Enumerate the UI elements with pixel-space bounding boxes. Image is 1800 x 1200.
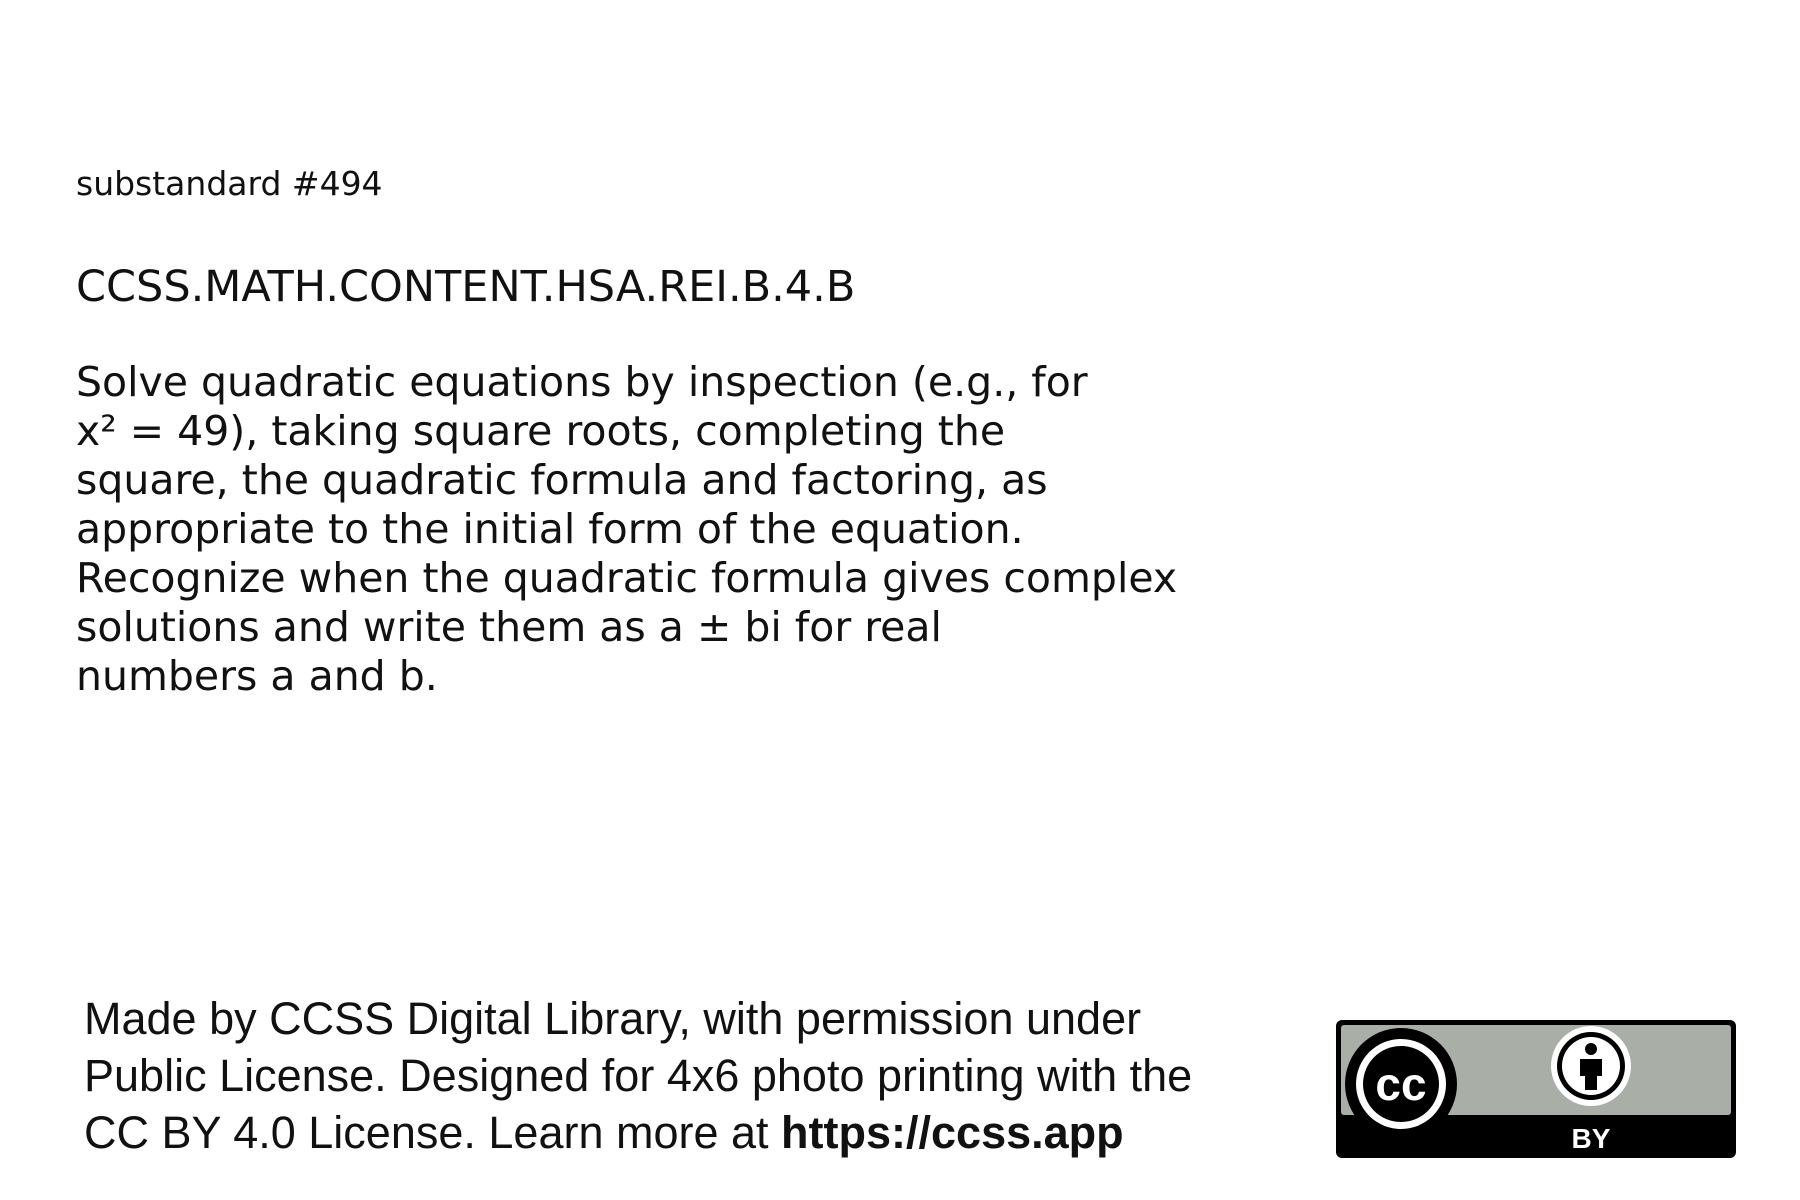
description-line: numbers a and b. — [76, 652, 438, 700]
description-line: Solve quadratic equations by inspection … — [76, 358, 1088, 406]
description-line: solutions and write them as a ± bi for r… — [76, 603, 942, 651]
attribution-prefix: CC BY 4.0 License. Learn more at — [84, 1107, 782, 1158]
substandard-label: substandard #494 — [76, 164, 383, 203]
standard-code: CCSS.MATH.CONTENT.HSA.REI.B.4.B — [76, 262, 856, 312]
description-line: appropriate to the initial form of the e… — [76, 505, 1024, 553]
description-line: Recognize when the quadratic formula giv… — [76, 554, 1178, 602]
attribution-text: Made by CCSS Digital Library, with permi… — [84, 990, 1192, 1161]
by-label: BY — [1572, 1123, 1611, 1154]
person-head-icon — [1585, 1043, 1597, 1055]
description-line: x² = 49), taking square roots, completin… — [76, 407, 1006, 455]
cc-by-icon: cc BY — [1336, 1020, 1736, 1158]
cc-label: cc — [1375, 1058, 1426, 1110]
description-line: square, the quadratic formula and factor… — [76, 456, 1048, 504]
ccss-app-link[interactable]: https://ccss.app — [781, 1107, 1124, 1158]
attribution-line: CC BY 4.0 License. Learn more at https:/… — [84, 1104, 1192, 1161]
attribution-line: Public License. Designed for 4x6 photo p… — [84, 1050, 1193, 1101]
standard-description: Solve quadratic equations by inspection … — [76, 358, 1256, 701]
attribution-line: Made by CCSS Digital Library, with permi… — [84, 993, 1142, 1044]
